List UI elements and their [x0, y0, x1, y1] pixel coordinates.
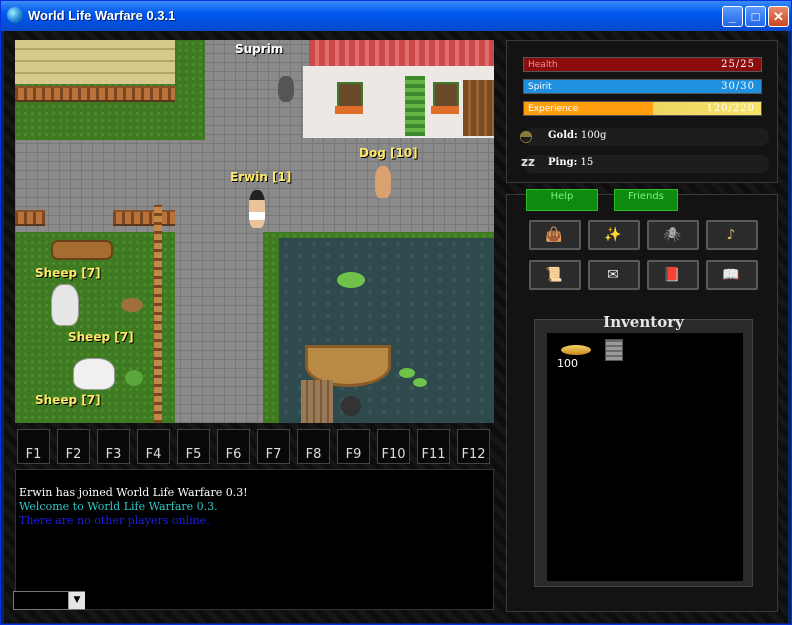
skill-slot-book[interactable]: 📕: [647, 260, 699, 290]
npc-name-sheep: Sheep [7]: [35, 393, 101, 407]
house-door[interactable]: [463, 80, 494, 136]
harp-icon: ♪: [726, 227, 736, 243]
hotkey-f7[interactable]: F7: [257, 429, 290, 464]
bush: [125, 370, 143, 386]
pasture-fence-post: [154, 205, 162, 423]
pasture-fence-left: [15, 210, 45, 226]
hotkey-f4[interactable]: F4: [137, 429, 170, 464]
player-name-erwin: Erwin [1]: [230, 170, 292, 184]
lily-pad: [399, 368, 415, 378]
dock-post: [341, 396, 361, 416]
skill-slot-bag[interactable]: 👜: [529, 220, 581, 250]
close-button[interactable]: ✕: [768, 6, 789, 27]
house-roof: [309, 40, 494, 66]
inventory-slot-gold[interactable]: [561, 343, 591, 357]
spirit-label: Spirit: [528, 82, 552, 92]
experience-value: 120/220: [706, 103, 755, 114]
gold-row: ◓ Gold: 100g: [519, 126, 769, 146]
gold-coins-icon: [561, 345, 591, 355]
flower-box: [335, 106, 363, 114]
bag-icon: 👜: [545, 227, 563, 243]
gold-label: Gold:: [548, 130, 578, 141]
maximize-button[interactable]: □: [745, 6, 766, 27]
tab-help[interactable]: Help: [526, 189, 598, 211]
experience-label: Experience: [528, 104, 579, 114]
hotkey-f1[interactable]: F1: [17, 429, 50, 464]
book-icon: 📕: [663, 267, 681, 283]
hotkey-f3[interactable]: F3: [97, 429, 130, 464]
lily-pad: [413, 378, 427, 387]
inventory-title: Inventory: [603, 313, 684, 331]
skill-slot-bug[interactable]: 🕷: [647, 220, 699, 250]
hotkey-f9[interactable]: F9: [337, 429, 370, 464]
minimize-button[interactable]: _: [722, 6, 743, 27]
stone-tablet-icon[interactable]: [605, 339, 623, 361]
pasture-fence-right: [113, 210, 175, 226]
ping-value: 15: [580, 157, 594, 168]
inventory-grid[interactable]: 100: [547, 333, 743, 581]
gold-coins-quantity: 100: [557, 357, 578, 370]
chat-input-field[interactable]: [14, 592, 68, 609]
sheep-npc-sprite[interactable]: [51, 284, 79, 326]
chat-message: Welcome to World Life Warfare 0.3.: [19, 500, 218, 513]
sparkle-icon: ✨: [604, 227, 622, 243]
npc-name-sheep: Sheep [7]: [68, 330, 134, 344]
window-title: World Life Warfare 0.3.1: [28, 8, 176, 23]
ping-row: zz Ping: 15: [521, 155, 769, 173]
gold-pouch-icon: ◓: [519, 126, 533, 145]
sleep-zz-icon: zz: [521, 155, 535, 169]
lily-pad: [337, 272, 365, 288]
ping-label: Ping:: [548, 157, 578, 168]
spirit-bar: Spirit 30/30: [523, 79, 762, 94]
dog-npc-sprite[interactable]: [375, 166, 391, 198]
chat-log[interactable]: Erwin has joined World Life Warfare 0.3!…: [15, 469, 494, 610]
spirit-value: 30/30: [721, 81, 755, 92]
app-globe-icon: [7, 7, 23, 23]
suprim-sprite[interactable]: [278, 76, 294, 102]
npc-name-dog: Dog [10]: [359, 146, 418, 160]
title-bar[interactable]: World Life Warfare 0.3.1 _ □ ✕: [1, 1, 791, 31]
chat-channel-select[interactable]: ▼: [13, 591, 85, 610]
hotkey-f2[interactable]: F2: [57, 429, 90, 464]
tab-friends[interactable]: Friends: [614, 189, 678, 211]
scroll-icon: 📜: [545, 267, 563, 283]
chevron-down-icon[interactable]: ▼: [68, 592, 85, 609]
climbing-vine: [405, 76, 425, 136]
skill-slot-sparkle[interactable]: ✨: [588, 220, 640, 250]
skill-slot-open-book[interactable]: 📖: [706, 260, 758, 290]
log-bench: [51, 240, 113, 260]
hotkey-f10[interactable]: F10: [377, 429, 410, 464]
tree-stump: [121, 298, 143, 312]
skill-slot-harp[interactable]: ♪: [706, 220, 758, 250]
health-label: Health: [528, 60, 558, 70]
health-value: 25/25: [721, 59, 755, 70]
skill-slot-scroll[interactable]: 📜: [529, 260, 581, 290]
gold-value: 100g: [580, 130, 607, 141]
hotkey-f11[interactable]: F11: [417, 429, 450, 464]
game-map-viewport[interactable]: Suprim Dog [10] Erwin [1] Sheep [7] Shee…: [15, 40, 494, 423]
flower-box: [431, 106, 459, 114]
hotkey-f5[interactable]: F5: [177, 429, 210, 464]
game-window: World Life Warfare 0.3.1 _ □ ✕ Suprim Do…: [0, 0, 792, 625]
erwin-player-sprite[interactable]: [249, 190, 265, 228]
hotkey-f12[interactable]: F12: [457, 429, 490, 464]
npc-name-suprim: Suprim: [235, 42, 284, 56]
npc-name-sheep: Sheep [7]: [35, 266, 101, 280]
hotkey-f8[interactable]: F8: [297, 429, 330, 464]
open-book-icon: 📖: [722, 267, 740, 283]
experience-bar: Experience 120/220: [523, 101, 762, 116]
chat-message: Erwin has joined World Life Warfare 0.3!: [19, 486, 248, 499]
game-client: Suprim Dog [10] Erwin [1] Sheep [7] Shee…: [4, 31, 788, 623]
wheat-field: [15, 40, 175, 84]
wooden-dock: [301, 380, 333, 423]
sheep-npc-sprite[interactable]: [73, 358, 115, 390]
hotkey-f6[interactable]: F6: [217, 429, 250, 464]
letter-icon: ✉: [607, 267, 619, 283]
farm-fence: [15, 86, 175, 102]
bug-icon: 🕷: [663, 227, 681, 243]
health-bar: Health 25/25: [523, 57, 762, 72]
chat-message: There are no other players online.: [19, 514, 210, 527]
skill-slot-letter[interactable]: ✉: [588, 260, 640, 290]
